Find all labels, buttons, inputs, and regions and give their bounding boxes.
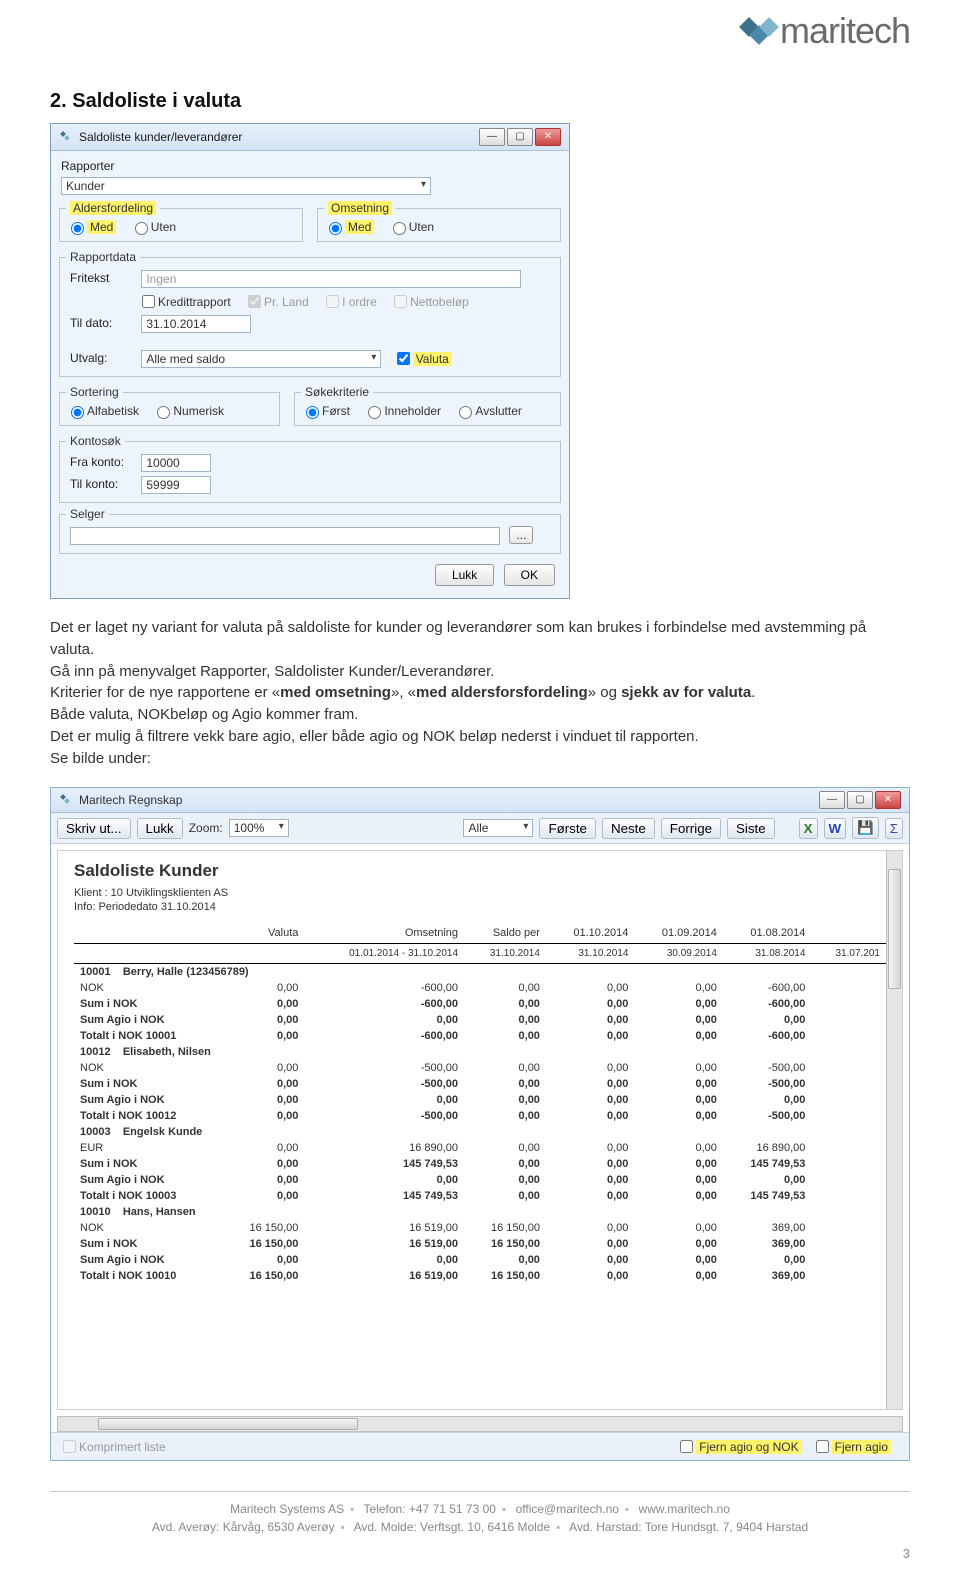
selger-fieldset: Selger ... (59, 507, 561, 554)
sortering-fieldset: Sortering Alfabetisk Numerisk (59, 385, 280, 426)
maximize-button[interactable]: ▢ (507, 128, 533, 146)
omsetning-fieldset: Omsetning Med Uten (317, 201, 561, 242)
kunder-dropdown[interactable]: Kunder (61, 177, 431, 195)
tb-zoom-dropdown[interactable]: 100% (229, 819, 289, 837)
minimize-button[interactable]: — (479, 128, 505, 146)
save-icon: 💾 (857, 820, 874, 835)
komprimer-check: Komprimert liste (59, 1437, 166, 1456)
sokekriterie-legend: Søkekriterie (301, 385, 373, 399)
aldersfordeling-fieldset: Aldersfordeling Med Uten (59, 201, 303, 242)
valuta-check[interactable]: Valuta (393, 349, 452, 368)
tb-forste-button[interactable]: Første (539, 818, 596, 839)
fritekst-label: Fritekst (70, 271, 138, 285)
fra-konto-input[interactable]: 10000 (141, 454, 211, 472)
report-window: Maritech Regnskap — ▢ ✕ Skriv ut... Lukk… (50, 787, 910, 1461)
fra-konto-label: Fra konto: (70, 455, 138, 469)
til-dato-input[interactable]: 31.10.2014 (141, 315, 251, 333)
close-button[interactable]: ✕ (535, 128, 561, 146)
fjern-agio-check[interactable]: Fjern agio (812, 1437, 891, 1456)
tb-alle-dropdown[interactable]: Alle (463, 819, 533, 837)
tb-word-button[interactable]: W (824, 818, 847, 839)
sok-inneholder-radio[interactable]: Inneholder (363, 403, 441, 419)
app-icon (59, 130, 73, 144)
report-info: Info: Periodedato 31.10.2014 (74, 901, 886, 913)
lukk-button[interactable]: Lukk (435, 564, 494, 586)
sort-alfabetisk-radio[interactable]: Alfabetisk (66, 403, 139, 419)
page-number: 3 (50, 1546, 910, 1561)
tb-neste-button[interactable]: Neste (602, 818, 655, 839)
report-page: Saldoliste Kunder Klient : 10 Utviklings… (57, 850, 903, 1410)
rpt-maximize-button[interactable]: ▢ (847, 791, 873, 809)
report-titlebar[interactable]: Maritech Regnskap — ▢ ✕ (51, 788, 909, 813)
body-text: Det er laget ny variant for valuta på sa… (50, 617, 910, 769)
logo-mark-icon (742, 20, 774, 42)
report-klient: Klient : 10 Utviklingsklienten AS (74, 887, 886, 899)
tb-excel-button[interactable]: X (799, 818, 818, 839)
til-konto-input[interactable]: 59999 (141, 476, 211, 494)
report-toolbar: Skriv ut... Lukk Zoom: 100% Alle Første … (51, 813, 909, 844)
report-table: ValutaOmsetningSaldo per01.10.201401.09.… (74, 923, 886, 1284)
utvalg-label: Utvalg: (70, 351, 138, 365)
saldoliste-dialog: Saldoliste kunder/leverandører — ▢ ✕ Rap… (50, 123, 570, 599)
fjern-agio-nok-check[interactable]: Fjern agio og NOK (676, 1437, 801, 1456)
tb-siste-button[interactable]: Siste (727, 818, 775, 839)
fritekst-input[interactable]: Ingen (141, 270, 521, 288)
alders-med-radio[interactable]: Med (66, 219, 116, 235)
word-icon: W (829, 821, 842, 836)
menu-rapporter[interactable]: Rapporter (57, 157, 563, 175)
i-ordre-check: I ordre (322, 292, 377, 311)
report-heading: Saldoliste Kunder (74, 861, 886, 881)
kontosok-legend: Kontosøk (66, 434, 125, 448)
tb-sum-button[interactable]: Σ (885, 818, 903, 839)
sort-numerisk-radio[interactable]: Numerisk (152, 403, 224, 419)
til-dato-label: Til dato: (70, 316, 138, 330)
utvalg-dropdown[interactable]: Alle med saldo (141, 350, 381, 368)
report-title: Maritech Regnskap (79, 793, 819, 807)
dialog-title: Saldoliste kunder/leverandører (79, 130, 479, 144)
pr-land-check: Pr. Land (244, 292, 309, 311)
rapportdata-legend: Rapportdata (66, 250, 140, 264)
selger-legend: Selger (66, 507, 109, 521)
nettobelop-check: Nettobeløp (390, 292, 469, 311)
omsetning-legend: Omsetning (328, 201, 392, 215)
oms-med-radio[interactable]: Med (324, 219, 374, 235)
dialog-titlebar[interactable]: Saldoliste kunder/leverandører — ▢ ✕ (51, 124, 569, 151)
excel-icon: X (804, 821, 813, 836)
aldersfordeling-legend: Aldersfordeling (70, 201, 156, 215)
ok-button[interactable]: OK (504, 564, 555, 586)
sigma-icon: Σ (890, 821, 898, 836)
horizontal-scrollbar[interactable] (57, 1416, 903, 1432)
sokekriterie-fieldset: Søkekriterie Først Inneholder Avslutter (294, 385, 561, 426)
logo-text: maritech (780, 10, 910, 52)
brand-logo: maritech (742, 10, 910, 52)
til-konto-label: Til konto: (70, 477, 138, 491)
rpt-close-button[interactable]: ✕ (875, 791, 901, 809)
rpt-minimize-button[interactable]: — (819, 791, 845, 809)
tb-skrivut-button[interactable]: Skriv ut... (57, 818, 131, 839)
rapportdata-fieldset: Rapportdata Fritekst Ingen Kredittrappor… (59, 250, 561, 377)
tb-lukk-button[interactable]: Lukk (137, 818, 183, 839)
tb-save-button[interactable]: 💾 (852, 817, 879, 839)
sok-forst-radio[interactable]: Først (301, 403, 350, 419)
kontosok-fieldset: Kontosøk Fra konto: 10000 Til konto: 599… (59, 434, 561, 503)
selger-input[interactable] (70, 527, 500, 545)
alders-uten-radio[interactable]: Uten (130, 219, 176, 235)
tb-forrige-button[interactable]: Forrige (661, 818, 721, 839)
app-icon (59, 793, 73, 807)
oms-uten-radio[interactable]: Uten (388, 219, 434, 235)
section-heading: 2. Saldoliste i valuta (50, 90, 910, 113)
page-footer: Maritech Systems AS▪ Telefon: +47 71 51 … (50, 1491, 910, 1536)
vertical-scrollbar[interactable] (886, 851, 902, 1409)
sok-avslutter-radio[interactable]: Avslutter (454, 403, 521, 419)
sortering-legend: Sortering (66, 385, 123, 399)
kredittrapport-check[interactable]: Kredittrapport (138, 292, 231, 311)
selger-browse-button[interactable]: ... (509, 526, 533, 544)
tb-zoom-label: Zoom: (189, 821, 223, 835)
